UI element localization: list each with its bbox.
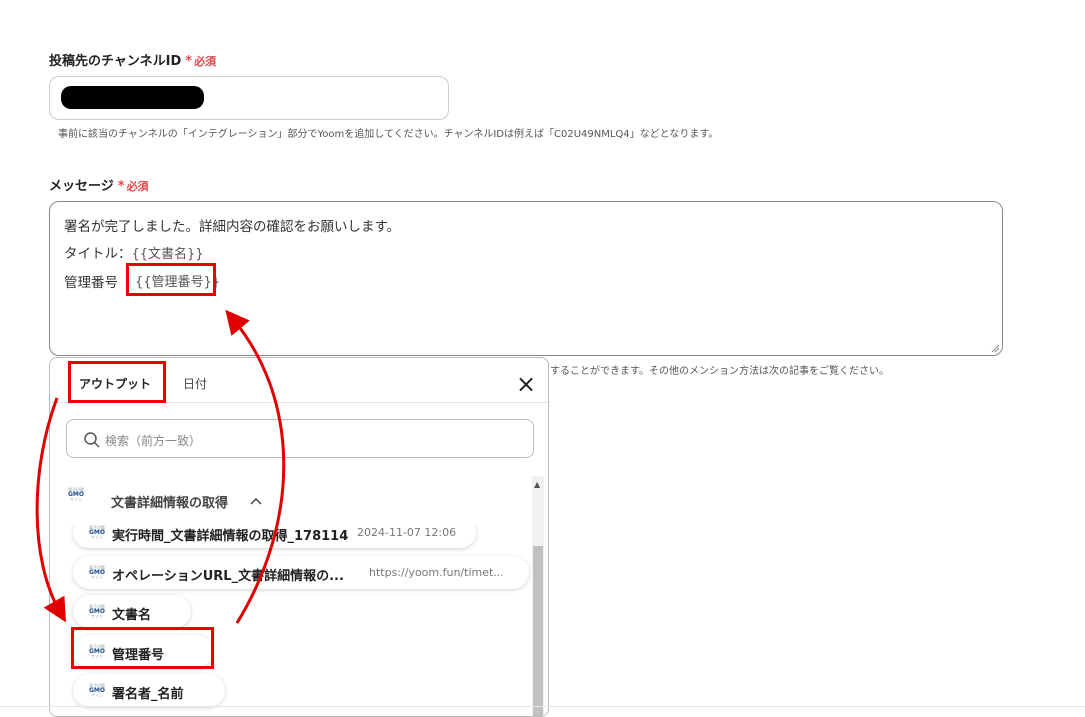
annotation-arrows — [35, 309, 286, 624]
arrow-down-icon — [35, 397, 66, 623]
page-divider — [0, 706, 1085, 707]
arrow-up-icon — [225, 309, 286, 624]
